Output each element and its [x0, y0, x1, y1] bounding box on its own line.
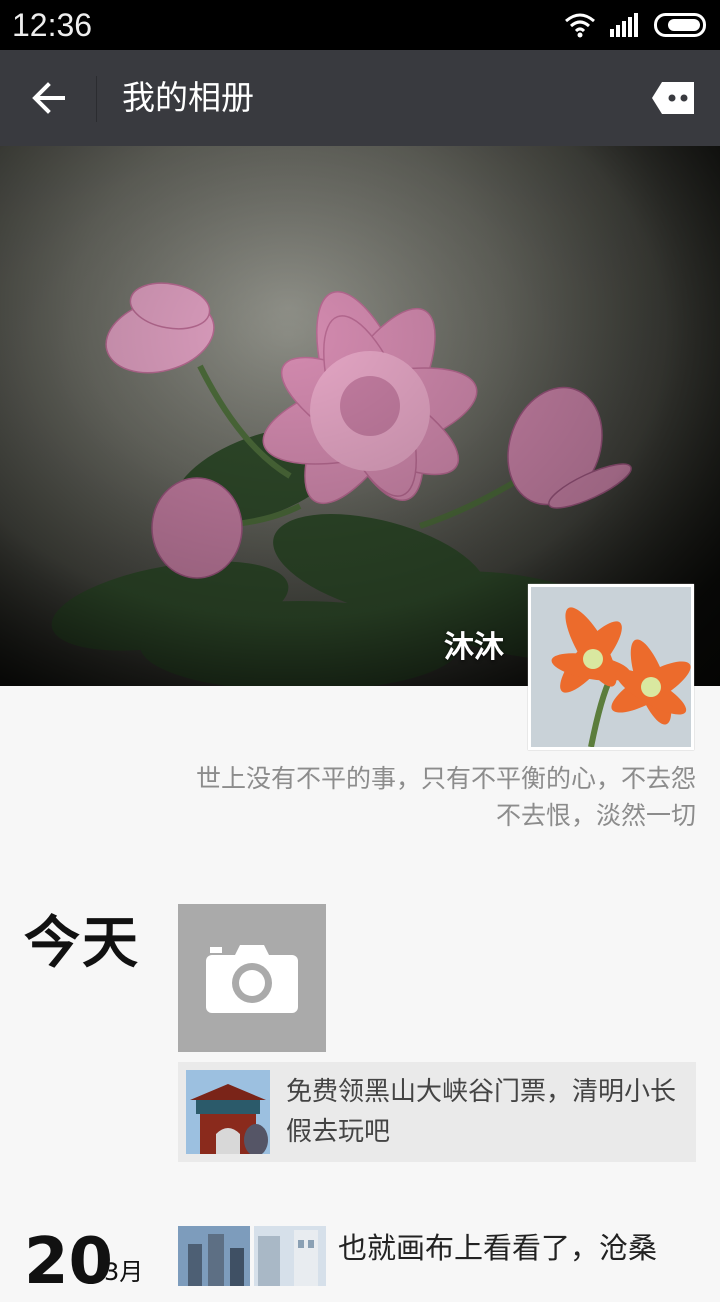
wifi-icon — [565, 13, 595, 38]
status-time: 12:36 — [12, 7, 93, 43]
profile-avatar[interactable] — [528, 584, 694, 750]
today-label: 今天 — [24, 911, 140, 976]
status-bar: 12:36 — [0, 0, 720, 50]
profile-nickname: 沐沐 — [444, 630, 504, 665]
status-icons — [564, 12, 708, 38]
top-bar: 我的相册 — [0, 50, 720, 146]
camera-icon — [206, 945, 298, 1013]
page-title: 我的相册 — [122, 78, 254, 117]
message-button[interactable] — [650, 80, 698, 116]
back-button[interactable] — [20, 70, 78, 126]
post-thumbnail[interactable] — [254, 1226, 326, 1286]
message-icon — [652, 82, 694, 114]
post-thumbnail[interactable] — [178, 1226, 250, 1286]
profile-signature: 世上没有不平的事，只有不平衡的心，不去怨不去恨，淡然一切 — [195, 764, 696, 830]
ad-post[interactable]: 免费领黑山大峡谷门票，清明小长假去玩吧 — [178, 1062, 696, 1162]
gate-photo-image — [186, 1070, 270, 1154]
lily-avatar-image — [531, 587, 691, 747]
add-photo-button[interactable] — [178, 904, 326, 1052]
post-text: 也就画布上看看了，沧桑 — [338, 1231, 658, 1265]
street-photo-image — [254, 1226, 326, 1286]
ad-thumbnail — [186, 1070, 270, 1154]
arrow-left-icon — [32, 82, 65, 114]
ad-text: 免费领黑山大峡谷门票，清明小长假去玩吧 — [286, 1077, 677, 1147]
post-date-day: 20 — [24, 1225, 114, 1299]
battery-icon — [654, 13, 706, 37]
header-divider — [96, 76, 97, 122]
post-date-month: 3月 — [104, 1258, 144, 1286]
building-photo-image — [178, 1226, 250, 1286]
signal-icon — [610, 13, 638, 37]
